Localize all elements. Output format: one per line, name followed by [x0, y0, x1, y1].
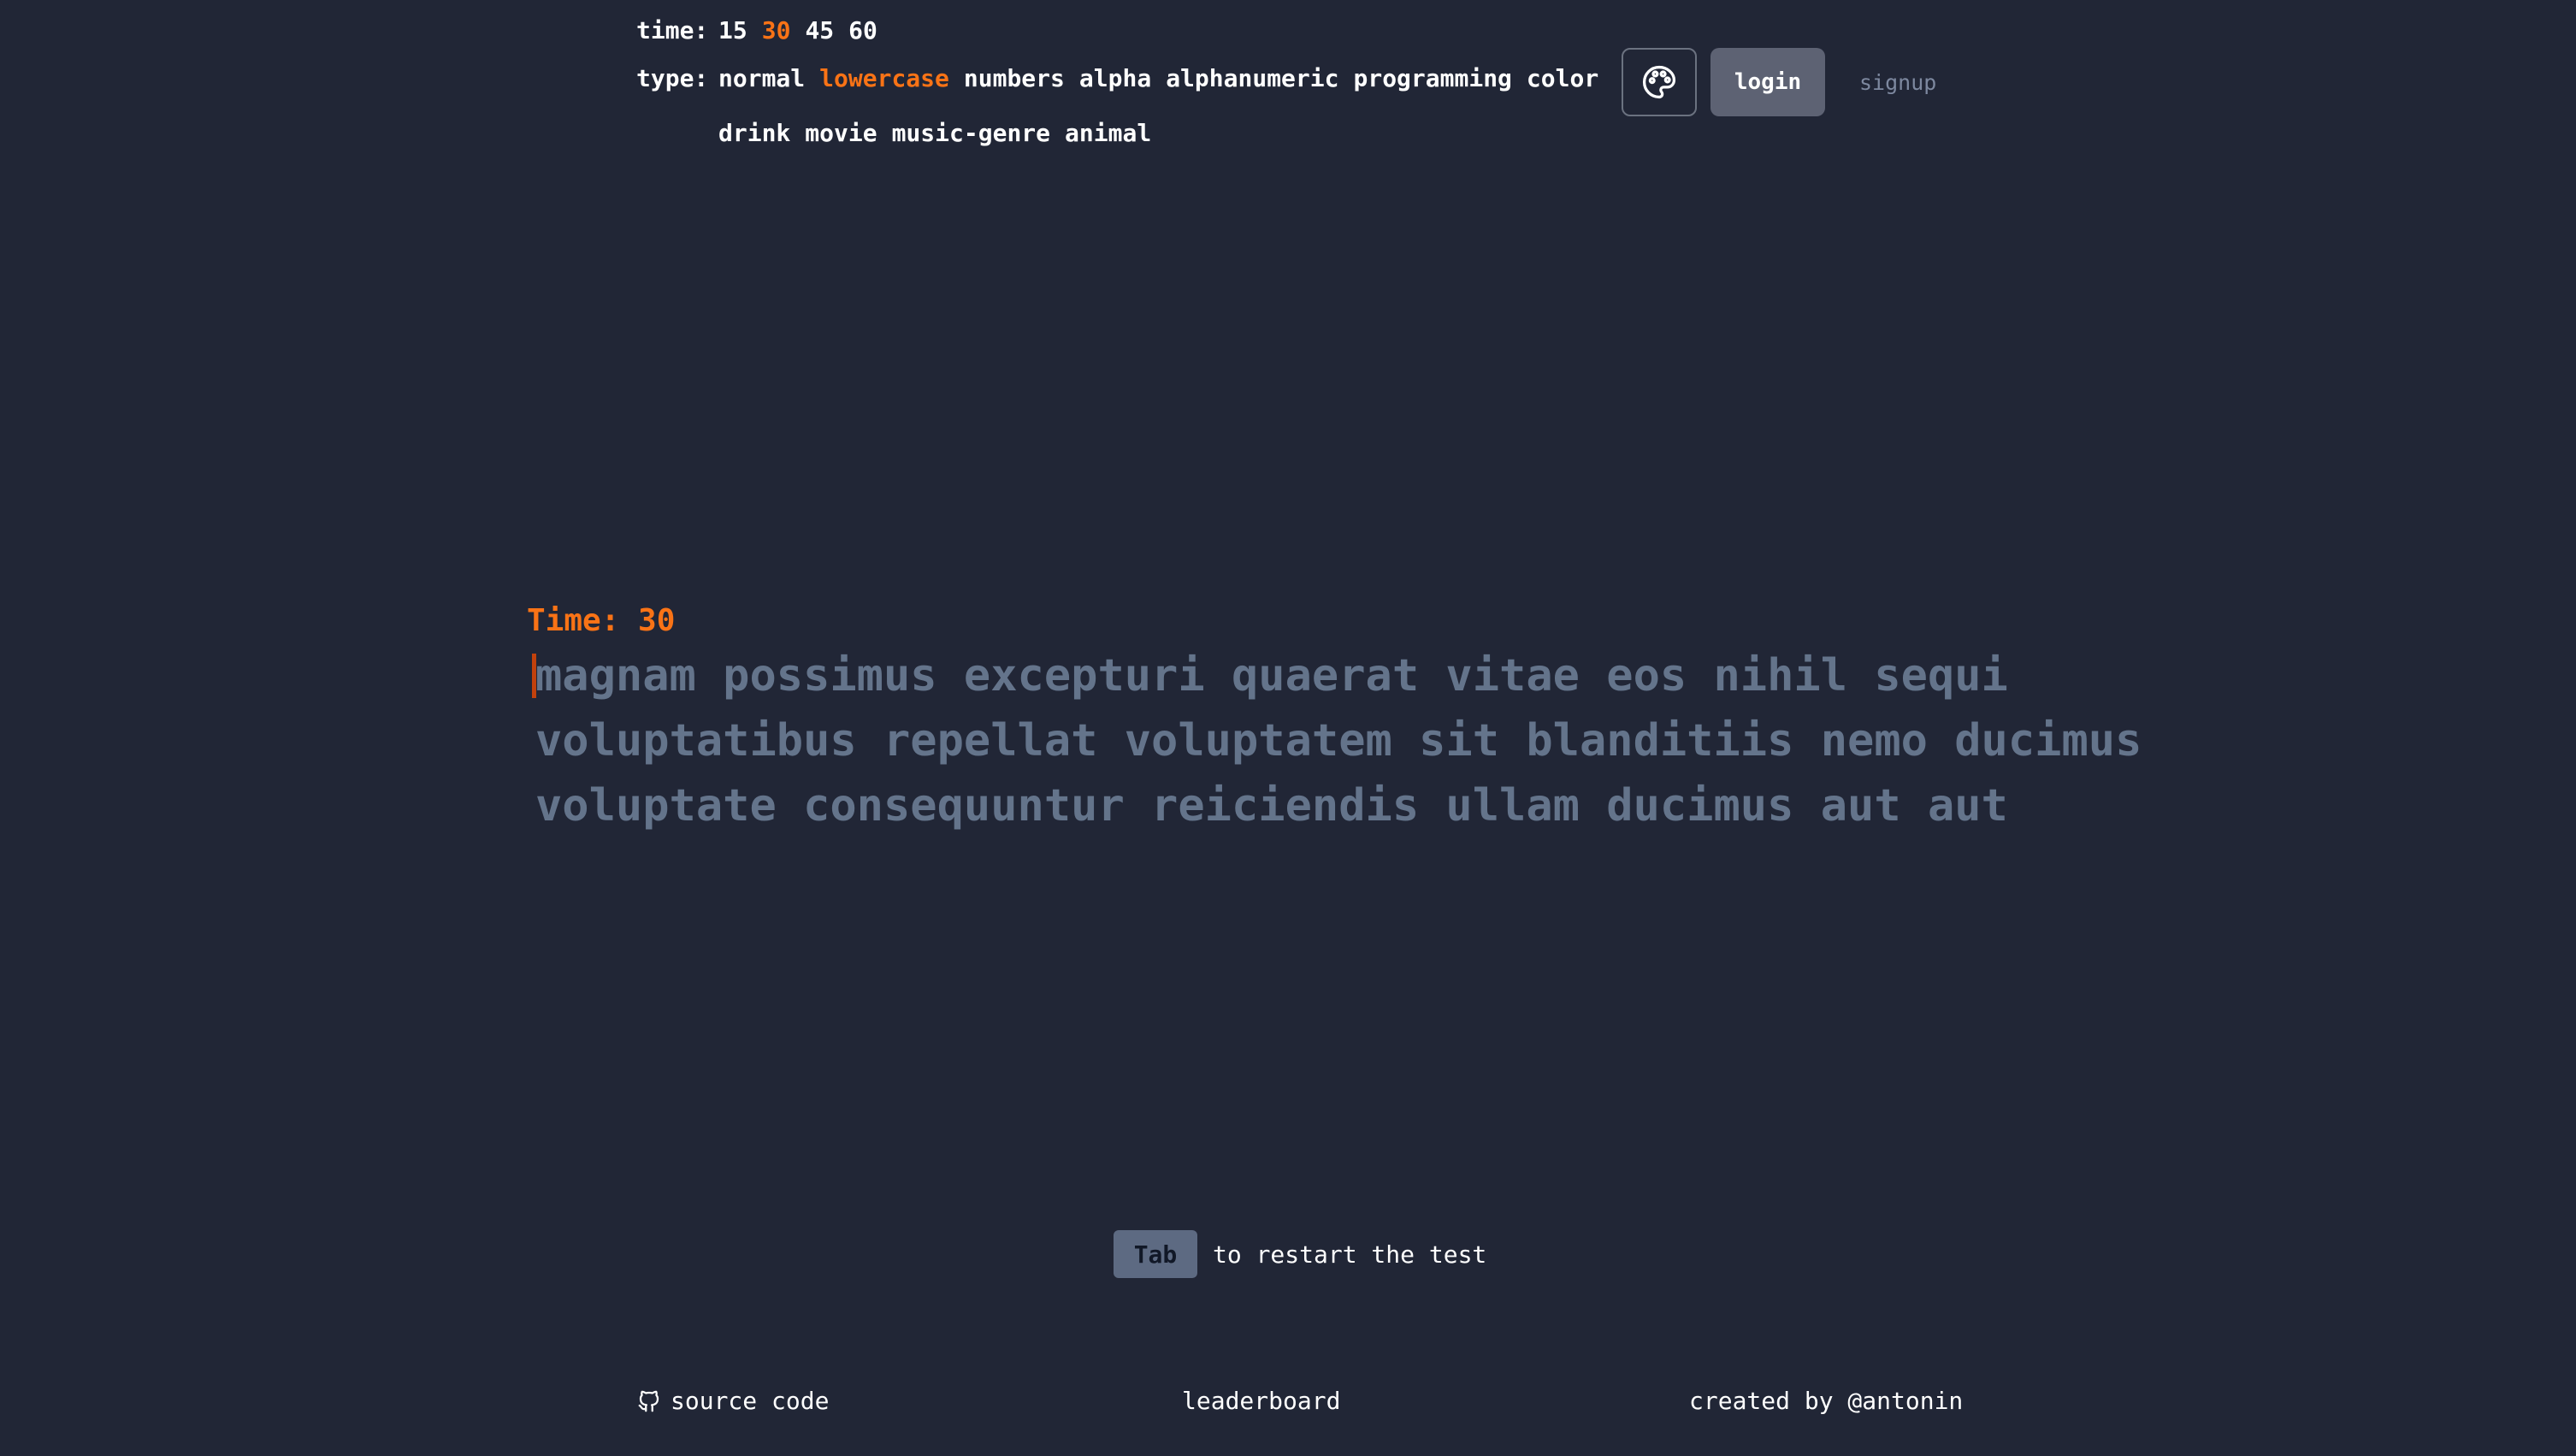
time-setting-row: time: 15 30 45 60 — [636, 14, 1642, 48]
words-line-3: voluptate consequuntur reiciendis ullam … — [535, 780, 2008, 832]
theme-button[interactable] — [1622, 48, 1697, 116]
words-line-2: voluptatibus repellat voluptatem sit bla… — [535, 715, 2142, 766]
credit-text: created by @antonin — [1689, 1387, 1964, 1415]
restart-hint: Tab to restart the test — [1114, 1230, 1486, 1278]
type-setting-row: type: normal lowercase numbers alpha alphanu… — [636, 62, 1642, 151]
timer-display: Time: 30 — [527, 603, 676, 638]
type-option-movie[interactable]: movie — [805, 116, 877, 151]
palette-icon — [1642, 65, 1676, 99]
type-option-normal[interactable]: normal — [718, 62, 805, 96]
type-options: normal lowercase numbers alpha alphanumeric p… — [718, 62, 1642, 151]
time-option-30[interactable]: 30 — [762, 14, 791, 48]
type-option-music-genre[interactable]: music-genre — [892, 116, 1050, 151]
type-option-drink[interactable]: drink — [718, 116, 790, 151]
time-option-60[interactable]: 60 — [848, 14, 877, 48]
type-option-animal[interactable]: animal — [1065, 116, 1151, 151]
test-settings: time: 15 30 45 60 type: normal lowercase numb… — [636, 14, 1642, 151]
login-button[interactable]: login — [1710, 48, 1825, 116]
type-label: type: — [636, 64, 709, 92]
time-label: time: — [636, 16, 709, 44]
words-line-1: magnam possimus excepturi quaerat vitae … — [535, 650, 2008, 701]
leaderboard-link[interactable]: leaderboard — [1182, 1384, 1340, 1418]
time-options: 15 30 45 60 — [718, 14, 1642, 48]
type-option-alpha[interactable]: alpha — [1079, 62, 1151, 96]
restart-hint-text: to restart the test — [1213, 1240, 1487, 1269]
time-option-15[interactable]: 15 — [718, 14, 747, 48]
words-area[interactable]: magnam possimus excepturi quaerat vitae … — [535, 643, 2142, 838]
type-option-programming[interactable]: programming — [1353, 62, 1511, 96]
type-option-alphanumeric[interactable]: alphanumeric — [1166, 62, 1338, 96]
source-code-label: source code — [671, 1387, 830, 1415]
github-icon — [638, 1390, 659, 1412]
source-code-link[interactable]: source code — [636, 1384, 829, 1418]
tab-key-badge[interactable]: Tab — [1114, 1230, 1197, 1278]
signup-link[interactable]: signup — [1859, 48, 1936, 116]
type-option-color[interactable]: color — [1527, 62, 1598, 96]
type-option-numbers[interactable]: numbers — [964, 62, 1065, 96]
type-option-lowercase[interactable]: lowercase — [819, 62, 949, 96]
time-option-45[interactable]: 45 — [805, 14, 834, 48]
